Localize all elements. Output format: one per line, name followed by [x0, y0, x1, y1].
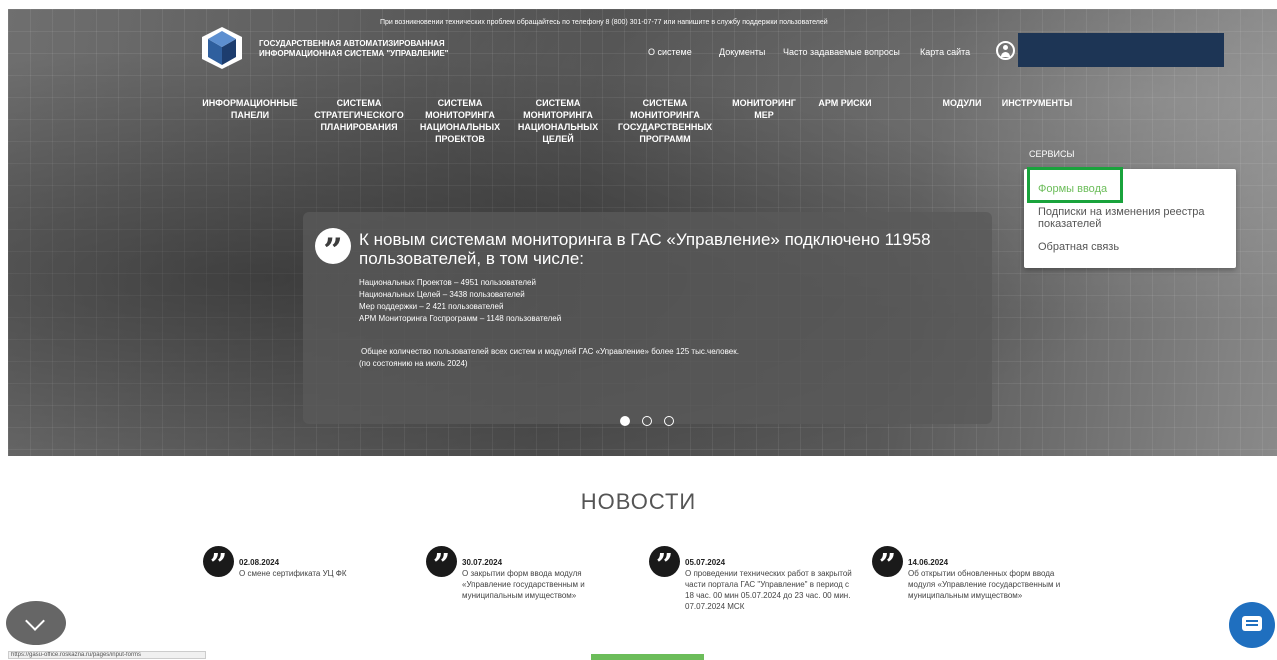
- menu-label: СИСТЕМА: [336, 98, 382, 108]
- menu-label: МОНИТОРИНГА: [630, 110, 700, 120]
- top-link-about[interactable]: О системе: [648, 47, 692, 57]
- status-url: https://gasu-office.roskazna.ru/pages/in…: [8, 651, 206, 659]
- banner-stat-line: Национальных Проектов – 4951 пользовател…: [359, 278, 536, 287]
- menu-label: МОНИТОРИНГА: [523, 110, 593, 120]
- menu-measures-monitoring[interactable]: МОНИТОРИНГ МЕР: [727, 97, 801, 121]
- user-name-box[interactable]: [1018, 33, 1224, 67]
- support-notice: При возникновении технических проблем об…: [380, 19, 828, 26]
- banner-stat-line: Национальных Целей – 3438 пользователей: [359, 290, 525, 299]
- menu-info-panels[interactable]: ИНФОРМАЦИОННЫЕ ПАНЕЛИ: [200, 97, 300, 121]
- chat-icon: [1242, 616, 1262, 631]
- logo-icon[interactable]: [200, 25, 244, 71]
- carousel-dot-3[interactable]: [664, 416, 674, 426]
- carousel-dot-2[interactable]: [642, 416, 652, 426]
- news-date: 14.06.2024: [908, 558, 949, 567]
- menu-label: АРМ РИСКИ: [818, 98, 872, 108]
- news-text[interactable]: О проведении технических работ в закрыто…: [685, 568, 855, 612]
- menu-label: ГОСУДАРСТВЕННЫХ: [617, 122, 713, 132]
- banner-footer-line-2: (по состоянию на июль 2024): [359, 359, 468, 368]
- menu-label: ЦЕЛЕЙ: [542, 134, 574, 144]
- user-icon[interactable]: [996, 41, 1015, 60]
- logo-line-1: ГОСУДАРСТВЕННАЯ АВТОМАТИЗИРОВАННАЯ: [259, 39, 445, 48]
- menu-label: МОДУЛИ: [942, 98, 982, 108]
- chat-button[interactable]: [1229, 602, 1275, 648]
- quote-icon: ”: [872, 546, 903, 583]
- menu-national-projects[interactable]: СИСТЕМА МОНИТОРИНГА НАЦИОНАЛЬНЫХ ПРОЕКТО…: [415, 97, 505, 145]
- news-date: 30.07.2024: [462, 558, 503, 567]
- menu-tools[interactable]: ИНСТРУМЕНТЫ: [992, 97, 1082, 109]
- menu-label: МЕР: [754, 110, 774, 120]
- menu-strategic-planning[interactable]: СИСТЕМА СТРАТЕГИЧЕСКОГО ПЛАНИРОВАНИЯ: [311, 97, 407, 133]
- menu-label: ИНФОРМАЦИОННЫЕ: [202, 98, 298, 108]
- banner-title: К новым системам мониторинга в ГАС «Упра…: [359, 230, 931, 268]
- all-news-button[interactable]: [591, 654, 704, 660]
- top-link-faq[interactable]: Часто задаваемые вопросы: [783, 47, 900, 57]
- menu-label: СТРАТЕГИЧЕСКОГО: [314, 110, 404, 120]
- quote-icon: ”: [426, 546, 457, 583]
- news-date: 02.08.2024: [239, 558, 280, 567]
- carousel-dot-1[interactable]: [620, 416, 630, 426]
- menu-label: ПЛАНИРОВАНИЯ: [320, 122, 398, 132]
- news-text[interactable]: О смене сертификата УЦ ФК: [239, 568, 409, 579]
- highlight-box: [1027, 167, 1123, 203]
- menu-label: МОНИТОРИНГА: [425, 110, 495, 120]
- menu-label: СИСТЕМА: [535, 98, 581, 108]
- top-link-documents[interactable]: Документы: [719, 47, 765, 57]
- menu-national-goals[interactable]: СИСТЕМА МОНИТОРИНГА НАЦИОНАЛЬНЫХ ЦЕЛЕЙ: [513, 97, 603, 145]
- menu-label: МОНИТОРИНГ: [732, 98, 796, 108]
- news-date: 05.07.2024: [685, 558, 726, 567]
- menu-label: ПАНЕЛИ: [230, 110, 270, 120]
- quote-icon: ”: [649, 546, 680, 583]
- menu-state-programs[interactable]: СИСТЕМА МОНИТОРИНГА ГОСУДАРСТВЕННЫХ ПРОГ…: [612, 97, 718, 145]
- menu-label: СИСТЕМА: [642, 98, 688, 108]
- menu-label: ПРОЕКТОВ: [435, 134, 485, 144]
- logo-line-2: ИНФОРМАЦИОННАЯ СИСТЕМА "УПРАВЛЕНИЕ": [259, 49, 449, 58]
- news-text[interactable]: Об открытии обновленных форм ввода модул…: [908, 568, 1078, 601]
- banner-stats: Национальных Проектов – 4951 пользовател…: [359, 277, 561, 325]
- menu-label: ИНСТРУМЕНТЫ: [1001, 98, 1073, 108]
- logo-text: ГОСУДАРСТВЕННАЯ АВТОМАТИЗИРОВАННАЯ ИНФОР…: [259, 39, 448, 59]
- menu-arm-risks[interactable]: АРМ РИСКИ: [811, 97, 879, 109]
- dropdown-item-subscriptions[interactable]: Подписки на изменения реестра показателе…: [1038, 206, 1228, 230]
- news-text[interactable]: О закрытии форм ввода модуля «Управление…: [462, 568, 632, 601]
- chevron-down-icon: [25, 611, 45, 631]
- top-link-sitemap[interactable]: Карта сайта: [920, 47, 970, 57]
- menu-modules[interactable]: МОДУЛИ: [936, 97, 988, 109]
- news-heading: НОВОСТИ: [580, 489, 697, 514]
- banner-stat-line: АРМ Мониторинга Госпрограмм – 1148 польз…: [359, 314, 562, 323]
- scroll-down-button[interactable]: [6, 601, 66, 645]
- dropdown-heading-services: СЕРВИСЫ: [1029, 149, 1075, 159]
- menu-label: ПРОГРАММ: [639, 134, 691, 144]
- menu-label: НАЦИОНАЛЬНЫХ: [419, 122, 501, 132]
- banner-stat-line: Мер поддержки – 2 421 пользователей: [359, 302, 504, 311]
- banner-footer: Общее количество пользователей всех сист…: [359, 346, 739, 370]
- banner-footer-line-1: Общее количество пользователей всех сист…: [361, 347, 739, 356]
- dropdown-item-feedback[interactable]: Обратная связь: [1038, 241, 1119, 253]
- menu-label: СИСТЕМА: [437, 98, 483, 108]
- menu-label: НАЦИОНАЛЬНЫХ: [517, 122, 599, 132]
- quote-icon: ”: [203, 546, 234, 583]
- quote-icon: ”: [315, 228, 351, 271]
